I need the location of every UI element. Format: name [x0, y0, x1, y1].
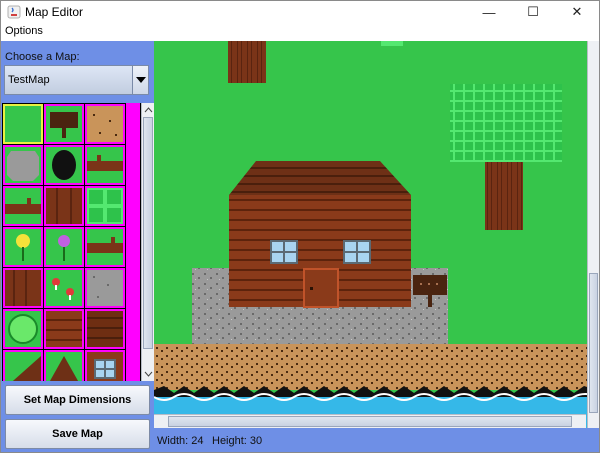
- tree-trunk-top: [228, 41, 266, 83]
- maximize-button[interactable]: ☐: [511, 1, 555, 23]
- minimize-button[interactable]: —: [467, 1, 511, 23]
- map-vertical-scrollbar[interactable]: [587, 41, 599, 428]
- floor-plank-tile[interactable]: [44, 309, 84, 349]
- map-hscroll-thumb[interactable]: [168, 416, 572, 427]
- palette-scrollbar[interactable]: [141, 103, 154, 381]
- map-vscroll-thumb[interactable]: [589, 273, 598, 413]
- map-height-label: Height: 30: [212, 435, 263, 447]
- map-editor-window: Map Editor — ☐ ✕ Options Choose a Map: Tes…: [0, 0, 600, 453]
- bush-edge-top: [381, 41, 403, 46]
- menu-bar: Options: [1, 23, 599, 41]
- map-select-value: TestMap: [8, 74, 50, 86]
- mushroom-tile[interactable]: [44, 268, 84, 308]
- stump-tile[interactable]: [3, 186, 43, 226]
- dropdown-arrow-button[interactable]: [132, 66, 148, 94]
- window-title: Map Editor: [25, 5, 84, 19]
- map-scene: [154, 41, 599, 428]
- map-canvas[interactable]: [154, 41, 599, 428]
- grass-tile[interactable]: [3, 104, 43, 144]
- dirt-ground: [154, 344, 599, 390]
- menu-options[interactable]: Options: [5, 25, 43, 37]
- scroll-down-icon[interactable]: [144, 369, 153, 379]
- map-horizontal-scrollbar[interactable]: [154, 414, 586, 428]
- map-width-label: Width: 24: [157, 435, 204, 447]
- purple-flower-tile[interactable]: [44, 227, 84, 267]
- tree-trunk-right: [485, 162, 523, 230]
- grass-slope-tile[interactable]: [3, 350, 43, 381]
- save-map-button[interactable]: Save Map: [5, 419, 150, 449]
- log-end-tile[interactable]: [85, 227, 125, 267]
- house-roof: [229, 161, 411, 195]
- tile-side-panel: Choose a Map: TestMap Set Map Dimensions…: [1, 41, 154, 452]
- roof-tile[interactable]: [44, 350, 84, 381]
- window-tile[interactable]: [85, 350, 125, 381]
- chevron-down-icon: [136, 77, 146, 83]
- house-door: [303, 268, 339, 308]
- map-select[interactable]: TestMap: [4, 65, 149, 95]
- stone-path-tile[interactable]: [85, 268, 125, 308]
- scroll-up-icon[interactable]: [144, 105, 153, 115]
- bush-tile[interactable]: [3, 309, 43, 349]
- choose-map-label: Choose a Map:: [5, 51, 80, 63]
- set-map-dimensions-button[interactable]: Set Map Dimensions: [5, 385, 150, 415]
- tree-leaves: [450, 84, 562, 162]
- yellow-flower-tile[interactable]: [3, 227, 43, 267]
- tile-palette: [2, 103, 154, 381]
- wall-plank-tile[interactable]: [85, 309, 125, 349]
- trunk-bark-tile[interactable]: [3, 268, 43, 308]
- hole-tile[interactable]: [44, 145, 84, 185]
- title-bar: Map Editor — ☐ ✕: [1, 1, 599, 23]
- tile-grid: [2, 103, 140, 381]
- status-bar: Width: 24 Height: 30: [154, 428, 599, 452]
- dirt-tile[interactable]: [85, 104, 125, 144]
- rock-tile[interactable]: [3, 145, 43, 185]
- close-button[interactable]: ✕: [555, 1, 599, 23]
- java-app-icon: [7, 5, 21, 19]
- sign-tile[interactable]: [44, 104, 84, 144]
- tree-trunk-tile[interactable]: [44, 186, 84, 226]
- tree-leaves-tile[interactable]: [85, 186, 125, 226]
- palette-scroll-thumb[interactable]: [143, 117, 153, 349]
- log-tile[interactable]: [85, 145, 125, 185]
